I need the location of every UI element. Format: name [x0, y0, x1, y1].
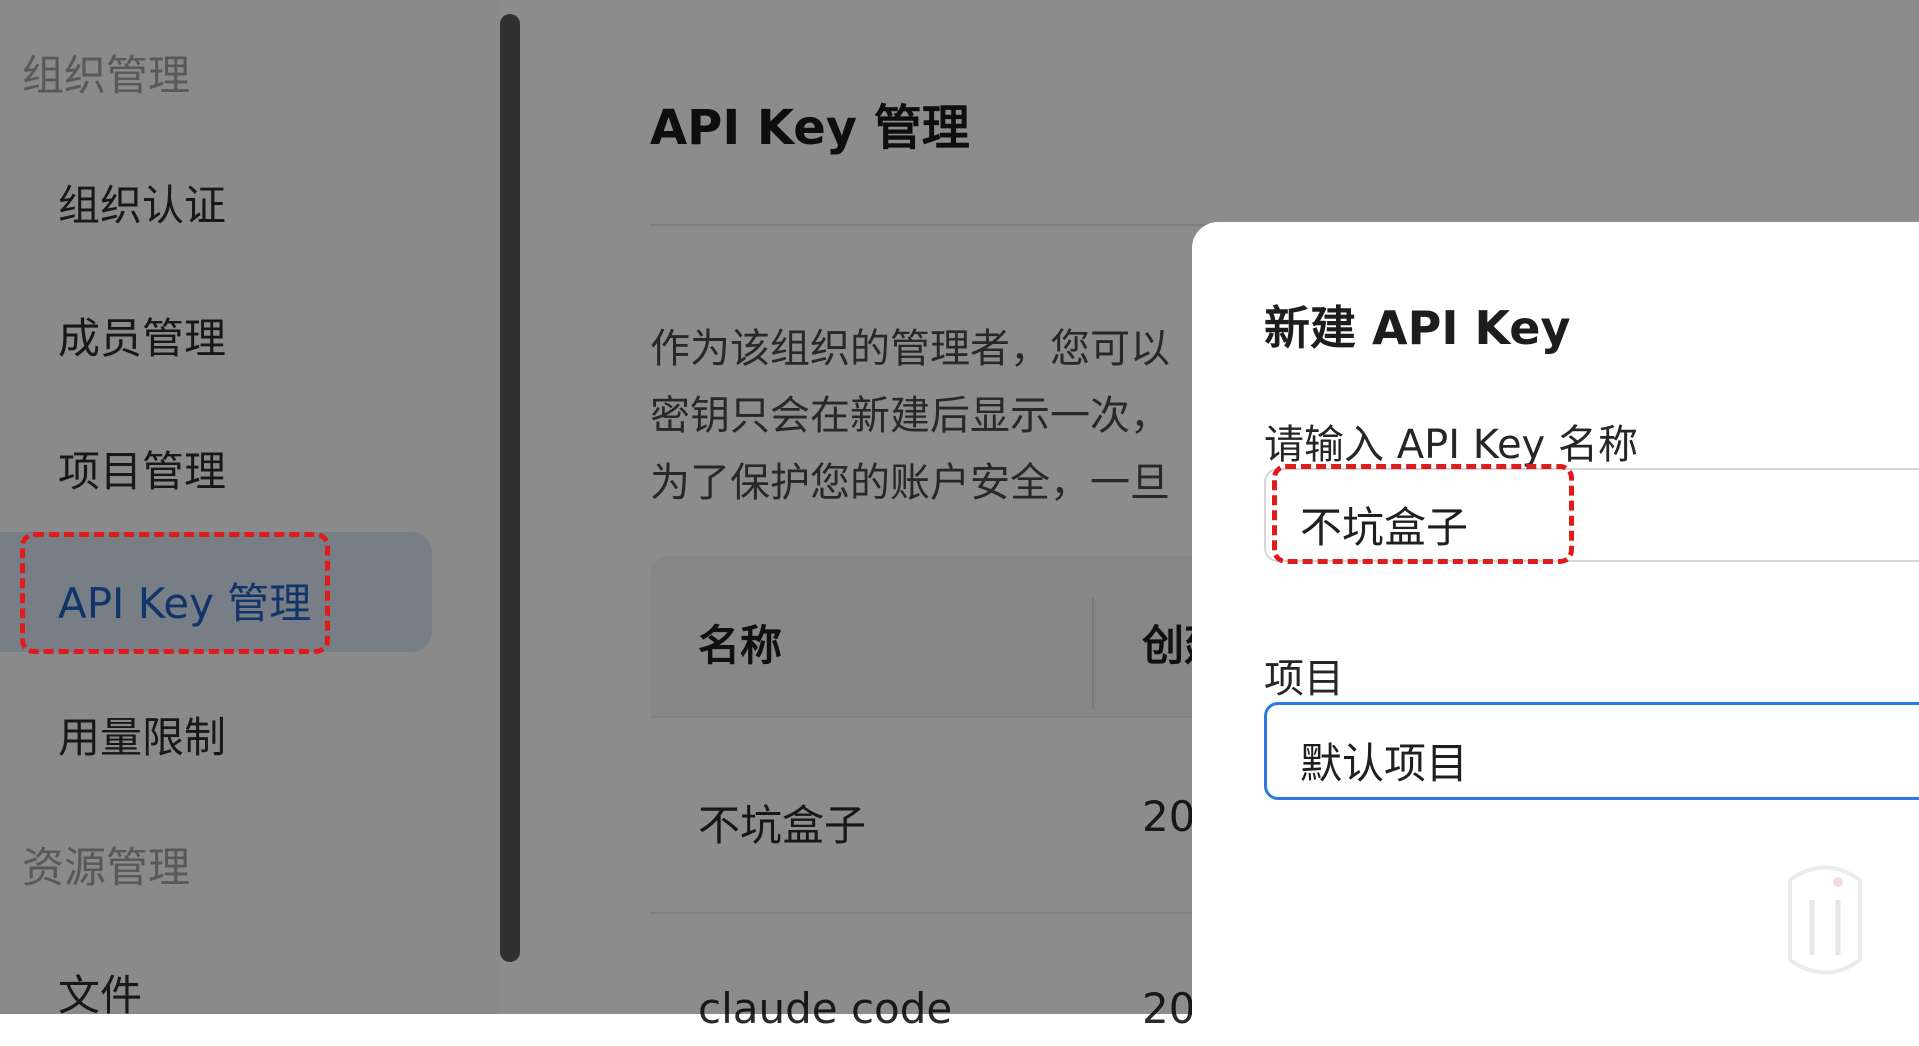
dialog-title: 新建 API Key	[1264, 301, 1571, 355]
name-field-label: 请输入 API Key 名称	[1264, 422, 1638, 468]
project-field-label: 项目	[1264, 656, 1344, 702]
watermark-icon	[1788, 865, 1862, 975]
project-select-value: 默认项目	[1300, 739, 1469, 788]
annotation-highlight-input	[1272, 464, 1574, 564]
annotation-highlight-nav	[20, 532, 330, 654]
